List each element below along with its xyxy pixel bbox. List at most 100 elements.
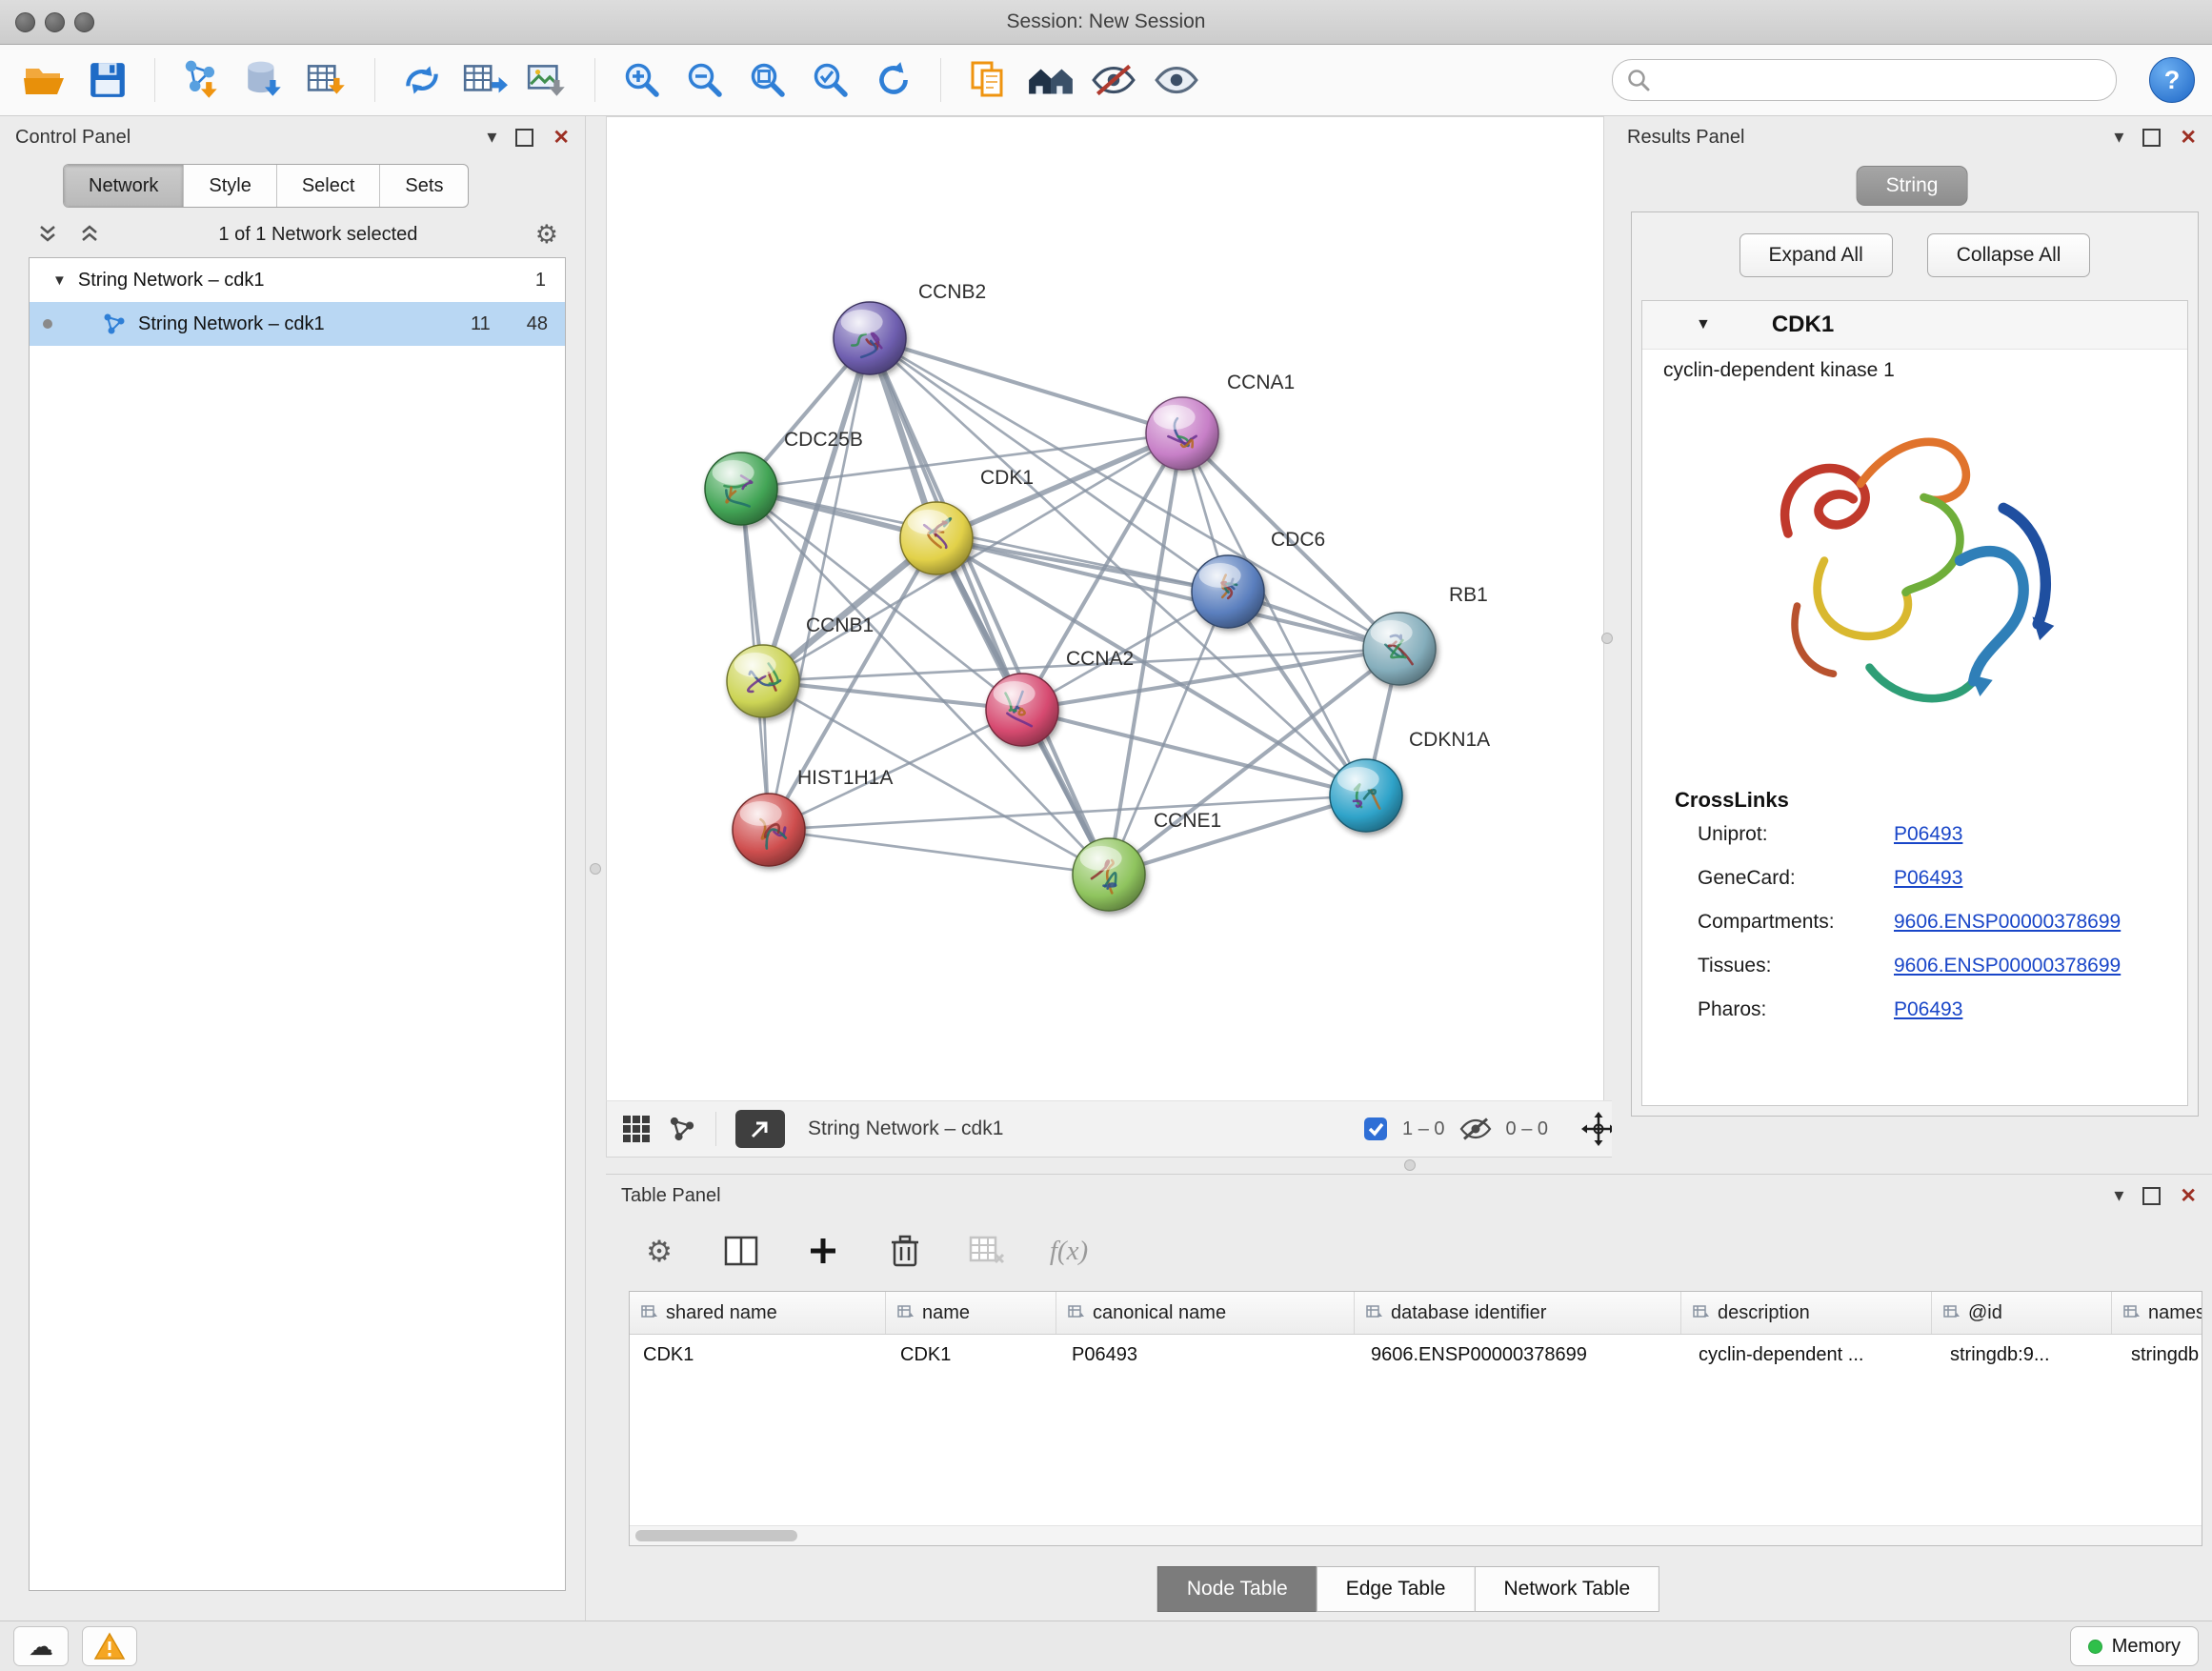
column-header-name[interactable]: name [886,1292,1056,1334]
close-panel-icon[interactable]: ✕ [553,128,570,148]
crosslink-value-link[interactable]: P06493 [1894,867,1962,890]
tab-select[interactable]: Select [277,165,381,207]
tab-edge-table[interactable]: Edge Table [1317,1566,1476,1612]
vertical-splitter-handle[interactable] [590,863,601,875]
horizontal-splitter-handle[interactable] [1404,1159,1416,1171]
cloud-status-button[interactable]: ☁ [13,1626,69,1666]
import-network-file-button[interactable] [174,52,230,108]
float-panel-icon[interactable] [2142,1187,2161,1205]
network-node-HIST1H1A[interactable] [733,794,805,866]
delete-row-icon[interactable] [878,1224,932,1278]
tab-network[interactable]: Network [64,165,184,207]
grid-view-icon[interactable] [620,1113,653,1145]
string-share-icon[interactable] [668,1115,696,1143]
tab-style[interactable]: Style [184,165,276,207]
table-cell[interactable]: P06493 [1058,1335,1357,1375]
help-button[interactable]: ? [2149,57,2195,103]
collapse-all-button[interactable]: Collapse All [1927,233,2091,277]
network-collection-row[interactable]: ▼ String Network – cdk1 1 [30,258,565,302]
network-canvas[interactable]: CCNB2CCNA1CDC25BCDK1CDC6RB1CCNB1CCNA2CDK… [607,117,1601,1099]
column-header-description[interactable]: description [1681,1292,1932,1334]
export-table-button[interactable] [457,52,513,108]
merge-networks-button[interactable] [394,52,450,108]
warnings-button[interactable] [82,1626,137,1666]
protein-section-header[interactable]: ▼ CDK1 [1642,301,2187,350]
selected-checkbox-icon[interactable] [1362,1116,1389,1142]
table-cell[interactable]: stringdb [2118,1335,2202,1375]
collection-collapse-caret-icon[interactable]: ▼ [52,272,67,289]
copy-document-button[interactable] [960,52,1016,108]
network-row[interactable]: String Network – cdk1 11 48 [30,302,565,346]
function-builder-icon[interactable]: f(x) [1042,1224,1096,1278]
close-window-button[interactable] [15,12,35,32]
network-node-CCNA2[interactable] [986,674,1058,746]
node-table[interactable]: shared namenamecanonical namedatabase id… [629,1291,2202,1546]
float-panel-icon[interactable] [2142,129,2161,147]
network-view[interactable]: CCNB2CCNA1CDC25BCDK1CDC6RB1CCNB1CCNA2CDK… [606,116,1604,1102]
zoom-selected-button[interactable] [803,52,858,108]
float-panel-icon[interactable] [515,129,533,147]
table-settings-gear-icon[interactable]: ⚙ [633,1224,686,1278]
column-header-database-identifier[interactable]: database identifier [1355,1292,1681,1334]
expand-all-button[interactable]: Expand All [1739,233,1893,277]
import-table-button[interactable] [300,52,355,108]
show-all-button[interactable] [1149,52,1204,108]
memory-button[interactable]: Memory [2070,1626,2199,1666]
collapse-panel-icon[interactable]: ▾ [2114,1186,2123,1205]
zoom-fit-button[interactable] [740,52,795,108]
network-node-CCNA1[interactable] [1146,397,1218,470]
table-cell[interactable]: 9606.ENSP00000378699 [1357,1335,1685,1375]
refresh-view-button[interactable] [866,52,921,108]
search-box[interactable] [1612,59,2117,101]
column-header-shared-name[interactable]: shared name [630,1292,886,1334]
close-panel-icon[interactable]: ✕ [2180,1186,2197,1206]
tab-node-table[interactable]: Node Table [1157,1566,1317,1612]
open-session-button[interactable] [17,52,72,108]
hide-selected-button[interactable] [1086,52,1141,108]
import-network-database-button[interactable] [237,52,292,108]
search-input[interactable] [1660,69,2102,92]
tab-string[interactable]: String [1857,166,1968,206]
vertical-splitter-handle[interactable] [1601,633,1613,644]
tab-sets[interactable]: Sets [380,165,468,207]
close-panel-icon[interactable]: ✕ [2180,128,2197,148]
section-collapse-caret-icon[interactable]: ▼ [1696,316,1711,333]
network-node-CDK1[interactable] [900,502,973,574]
zoom-window-button[interactable] [74,12,94,32]
network-node-CDC25B[interactable] [705,453,777,525]
expand-all-icon[interactable] [78,223,101,246]
table-cell[interactable]: cyclin-dependent ... [1685,1335,1937,1375]
horizontal-scrollbar[interactable] [630,1525,2202,1545]
network-node-CCNB2[interactable] [834,302,906,374]
network-node-CDKN1A[interactable] [1330,759,1402,832]
birdseye-view-button[interactable] [1023,52,1078,108]
table-cell[interactable]: CDK1 [630,1335,887,1375]
column-header-canonical-name[interactable]: canonical name [1056,1292,1355,1334]
minimize-window-button[interactable] [45,12,65,32]
network-node-CDC6[interactable] [1192,555,1264,628]
table-row[interactable]: CDK1CDK1P064939606.ENSP00000378699cyclin… [630,1335,2202,1375]
column-header--id[interactable]: @id [1932,1292,2112,1334]
crosslink-value-link[interactable]: P06493 [1894,998,1962,1021]
crosslink-value-link[interactable]: 9606.ENSP00000378699 [1894,911,2121,934]
network-options-gear-icon[interactable]: ⚙ [535,222,558,248]
collapse-panel-icon[interactable]: ▾ [2114,128,2123,147]
add-row-icon[interactable] [796,1224,850,1278]
crosslink-value-link[interactable]: 9606.ENSP00000378699 [1894,955,2121,977]
scrollbar-thumb[interactable] [635,1530,797,1541]
export-image-button[interactable] [520,52,575,108]
hidden-eye-slash-icon[interactable] [1458,1115,1493,1143]
zoom-out-button[interactable] [677,52,733,108]
toggle-columns-icon[interactable] [714,1224,768,1278]
table-cell[interactable]: CDK1 [887,1335,1058,1375]
network-node-RB1[interactable] [1363,613,1436,685]
crosslink-value-link[interactable]: P06493 [1894,823,1962,846]
zoom-in-button[interactable] [614,52,670,108]
save-session-button[interactable] [80,52,135,108]
column-header-namespace[interactable]: namespace [2112,1292,2202,1334]
network-node-CCNE1[interactable] [1073,838,1145,911]
table-cell[interactable]: stringdb:9... [1937,1335,2118,1375]
open-in-new-window-button[interactable] [735,1110,785,1148]
tab-network-table[interactable]: Network Table [1474,1566,1659,1612]
collapse-panel-icon[interactable]: ▾ [487,128,496,147]
